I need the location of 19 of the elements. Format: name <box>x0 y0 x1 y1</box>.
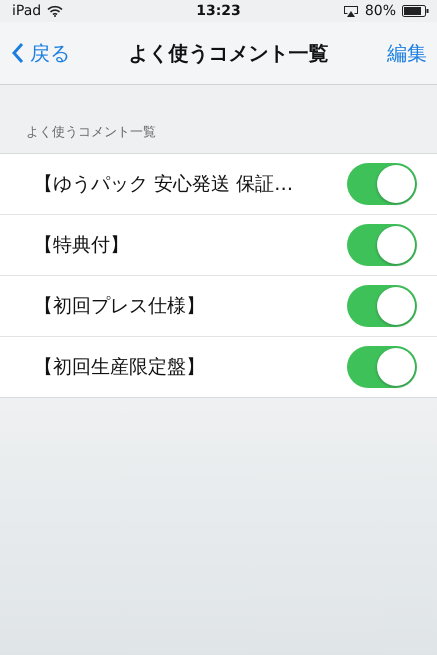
comment-label: 【特典付】 <box>34 233 129 258</box>
back-button[interactable]: 戻る <box>12 40 70 66</box>
battery-percentage: 80% <box>364 3 396 19</box>
wifi-icon <box>47 5 64 17</box>
airplay-icon <box>342 4 359 18</box>
device-name: iPad <box>12 3 42 19</box>
navigation-title: よく使うコメント一覧 <box>128 40 328 66</box>
battery-icon <box>402 5 429 17</box>
toggle-switch[interactable] <box>347 163 417 205</box>
chevron-left-icon <box>12 42 24 64</box>
toggle-switch[interactable] <box>347 285 417 327</box>
status-time: 13:23 <box>196 3 241 19</box>
section-header: よく使うコメント一覧 <box>25 124 157 142</box>
comment-label: 【初回生産限定盤】 <box>34 355 205 380</box>
toggle-switch[interactable] <box>347 224 417 266</box>
edit-button[interactable]: 編集 <box>387 40 427 66</box>
toggle-switch[interactable] <box>347 346 417 388</box>
comment-label: 【初回プレス仕様】 <box>34 294 205 319</box>
comment-label: 【ゆうパック 安心発送 保証… <box>34 172 294 197</box>
